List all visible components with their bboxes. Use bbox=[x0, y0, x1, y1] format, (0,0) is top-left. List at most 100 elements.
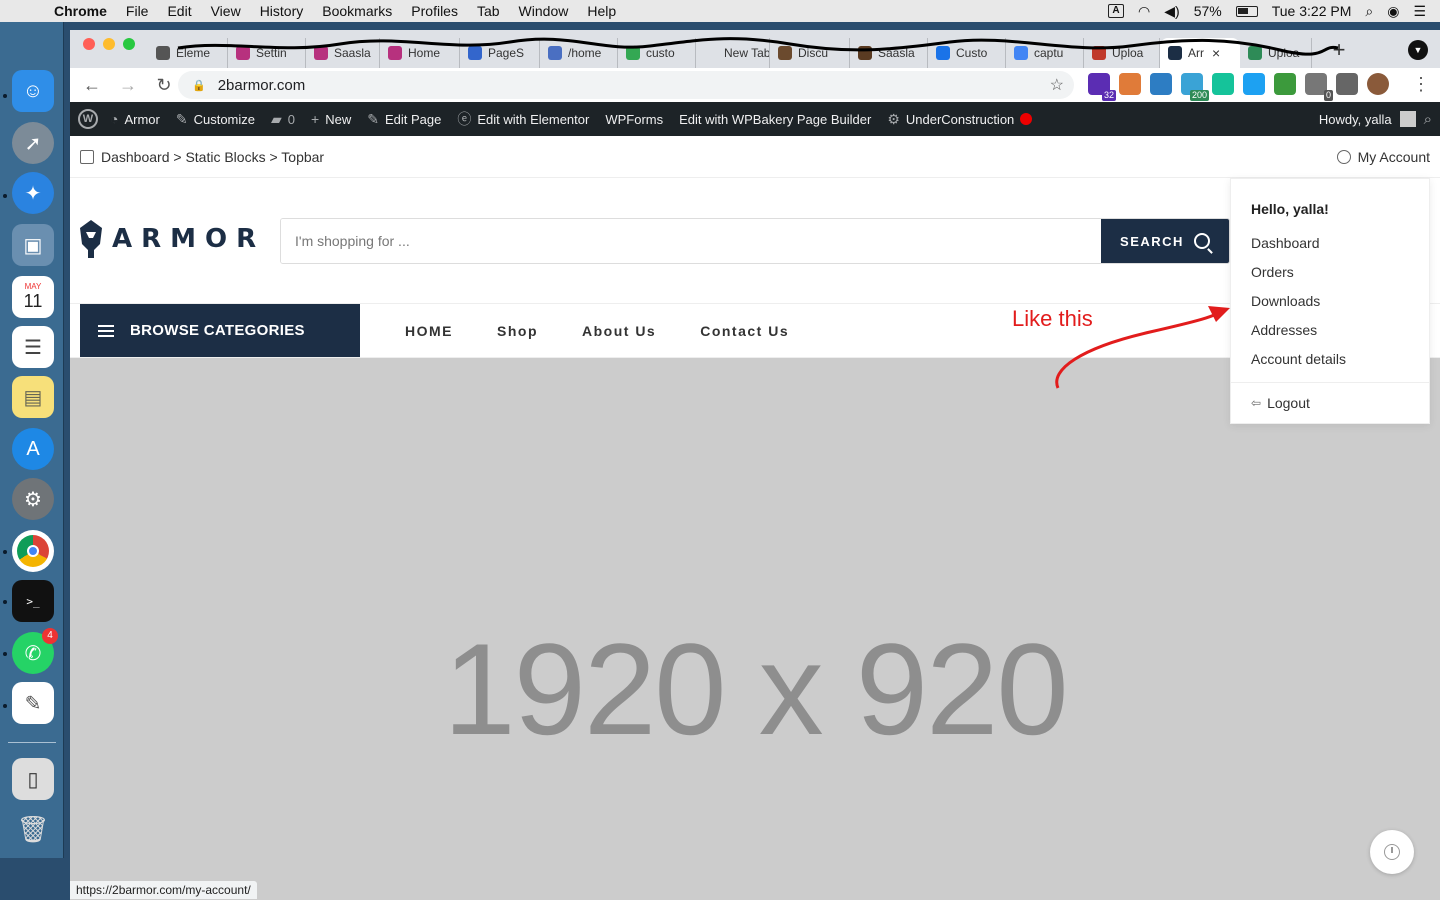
reload-icon[interactable]: ↻ bbox=[150, 71, 178, 99]
dropdown-dashboard[interactable]: Dashboard bbox=[1251, 235, 1320, 251]
search-input[interactable] bbox=[281, 219, 1101, 263]
zoom-window-button[interactable] bbox=[123, 38, 135, 50]
close-tab-icon[interactable]: × bbox=[1212, 45, 1220, 61]
admin-customize[interactable]: ✎ Customize bbox=[176, 111, 255, 128]
browse-categories-button[interactable]: BROWSE CATEGORIES bbox=[80, 304, 360, 357]
iphone-backup-icon[interactable]: ▯ bbox=[12, 758, 54, 800]
admin-my-account[interactable]: Howdy, yalla ⌕ bbox=[1319, 111, 1440, 128]
battery-icon[interactable] bbox=[1235, 5, 1258, 17]
admin-wpbakery[interactable]: Edit with WPBakery Page Builder bbox=[679, 112, 871, 127]
history-button[interactable] bbox=[1370, 830, 1414, 874]
breadcrumb[interactable]: Dashboard > Static Blocks > Topbar bbox=[101, 149, 324, 165]
preview-icon[interactable]: ▣ bbox=[12, 224, 54, 266]
admin-wpforms[interactable]: WPForms bbox=[605, 112, 663, 127]
dropdown-addresses[interactable]: Addresses bbox=[1251, 322, 1317, 338]
tab[interactable]: Eleme bbox=[148, 38, 228, 68]
chrome-menu-icon[interactable]: ⋮ bbox=[1412, 74, 1430, 95]
forward-button[interactable]: → bbox=[114, 71, 142, 99]
menu-tab[interactable]: Tab bbox=[477, 3, 500, 19]
admin-comments[interactable]: ▰ 0 bbox=[271, 111, 295, 128]
terminal-icon[interactable]: >_ bbox=[12, 580, 54, 622]
tab[interactable]: Settin bbox=[228, 38, 306, 68]
dropdown-orders[interactable]: Orders bbox=[1251, 264, 1294, 280]
admin-underconstruction[interactable]: ⚙ UnderConstruction bbox=[887, 111, 1033, 128]
tab[interactable]: New Tab bbox=[696, 38, 770, 68]
siri-icon[interactable]: ◉ bbox=[1387, 3, 1399, 20]
admin-edit-page[interactable]: ✎ Edit Page bbox=[367, 111, 441, 128]
app-menu[interactable]: Chrome bbox=[54, 3, 107, 19]
help-ext-icon[interactable]: 0 bbox=[1305, 73, 1333, 101]
app-store-icon[interactable]: A bbox=[12, 428, 54, 470]
tab[interactable]: Uploa bbox=[1240, 38, 1312, 68]
menu-window[interactable]: Window bbox=[519, 3, 569, 19]
translate-ext-icon[interactable] bbox=[1243, 73, 1265, 95]
finder-icon[interactable]: ☺ bbox=[12, 70, 54, 112]
url-text[interactable]: 2barmor.com bbox=[218, 77, 306, 94]
my-account-link[interactable]: My Account bbox=[1336, 149, 1430, 165]
menu-history[interactable]: History bbox=[260, 3, 304, 19]
address-bar[interactable]: 🔒 2barmor.com ☆ bbox=[178, 71, 1074, 99]
new-tab-button[interactable]: + bbox=[1326, 38, 1352, 64]
launchpad-icon[interactable]: ➚ bbox=[12, 122, 54, 164]
tab-search-button[interactable]: ▼ bbox=[1408, 40, 1428, 60]
minimize-window-button[interactable] bbox=[103, 38, 115, 50]
tab[interactable]: Discu bbox=[770, 38, 850, 68]
trash-icon[interactable]: 🗑 bbox=[12, 808, 54, 850]
nav-shop[interactable]: Shop bbox=[497, 323, 538, 339]
nav-contact-us[interactable]: Contact Us bbox=[700, 323, 789, 339]
cloud-ext-icon[interactable]: 200 bbox=[1181, 73, 1209, 101]
profile-avatar-icon[interactable] bbox=[1367, 73, 1389, 95]
tab[interactable]: Saasla bbox=[850, 38, 928, 68]
volume-icon[interactable]: ◀) bbox=[1164, 3, 1179, 20]
wordpress-logo-icon[interactable]: W bbox=[78, 109, 98, 129]
site-logo[interactable]: ARMOR bbox=[80, 220, 265, 258]
safari-icon[interactable]: ✦ bbox=[12, 172, 54, 214]
grammarly-icon[interactable] bbox=[1212, 73, 1234, 95]
image-ext-icon[interactable] bbox=[1274, 73, 1296, 95]
menu-edit[interactable]: Edit bbox=[167, 3, 191, 19]
menu-view[interactable]: View bbox=[211, 3, 241, 19]
tab[interactable]: Saasla bbox=[306, 38, 380, 68]
graduation-cap-icon[interactable]: 32 bbox=[1088, 73, 1116, 101]
bookmark-star-icon[interactable]: ☆ bbox=[1050, 75, 1064, 95]
admin-new[interactable]: + New bbox=[311, 111, 351, 127]
tab[interactable]: Home bbox=[380, 38, 460, 68]
tab[interactable]: Custo bbox=[928, 38, 1006, 68]
back-button[interactable]: ← bbox=[78, 71, 106, 99]
spotlight-icon[interactable]: ⌕ bbox=[1365, 3, 1373, 20]
calendar-icon[interactable]: MAY 11 bbox=[12, 276, 54, 318]
textedit-icon[interactable]: ✎ bbox=[12, 682, 54, 724]
lock-icon[interactable]: 🔒 bbox=[192, 79, 206, 92]
menu-file[interactable]: File bbox=[126, 3, 149, 19]
admin-search-icon[interactable]: ⌕ bbox=[1424, 111, 1432, 128]
nav-home[interactable]: HOME bbox=[405, 323, 453, 339]
menu-profiles[interactable]: Profiles bbox=[411, 3, 458, 19]
tab-active[interactable]: Arr × bbox=[1160, 38, 1240, 68]
input-source-icon[interactable]: A bbox=[1108, 4, 1125, 18]
tab[interactable]: captu bbox=[1006, 38, 1084, 68]
wifi-icon[interactable]: ◠ bbox=[1138, 3, 1150, 20]
tab[interactable]: Uploa bbox=[1084, 38, 1160, 68]
dropdown-logout[interactable]: ⇦ Logout bbox=[1251, 395, 1310, 411]
tab[interactable]: PageS bbox=[460, 38, 540, 68]
screenshot-ext-icon[interactable] bbox=[1150, 73, 1172, 95]
dropdown-account-details[interactable]: Account details bbox=[1251, 351, 1346, 367]
admin-edit-elementor[interactable]: ⓔ Edit with Elementor bbox=[457, 109, 589, 129]
reminders-icon[interactable]: ☰ bbox=[12, 326, 54, 368]
notes-icon[interactable]: ▤ bbox=[12, 376, 54, 418]
system-preferences-icon[interactable]: ⚙ bbox=[12, 478, 54, 520]
close-window-button[interactable] bbox=[83, 38, 95, 50]
admin-site-name[interactable]: ◔ Armor bbox=[110, 111, 160, 127]
search-button[interactable]: SEARCH bbox=[1101, 219, 1229, 263]
tab[interactable]: custo bbox=[618, 38, 696, 68]
menubar-clock[interactable]: Tue 3:22 PM bbox=[1272, 3, 1352, 19]
whatsapp-icon[interactable]: ✆ 4 bbox=[12, 628, 58, 674]
nav-about-us[interactable]: About Us bbox=[582, 323, 656, 339]
menu-bookmarks[interactable]: Bookmarks bbox=[322, 3, 392, 19]
chrome-icon[interactable] bbox=[12, 530, 54, 572]
tab[interactable]: /home bbox=[540, 38, 618, 68]
dropdown-downloads[interactable]: Downloads bbox=[1251, 293, 1320, 309]
menu-help[interactable]: Help bbox=[587, 3, 616, 19]
puzzle-icon[interactable] bbox=[1336, 73, 1358, 95]
control-center-icon[interactable]: ☰ bbox=[1413, 3, 1426, 20]
